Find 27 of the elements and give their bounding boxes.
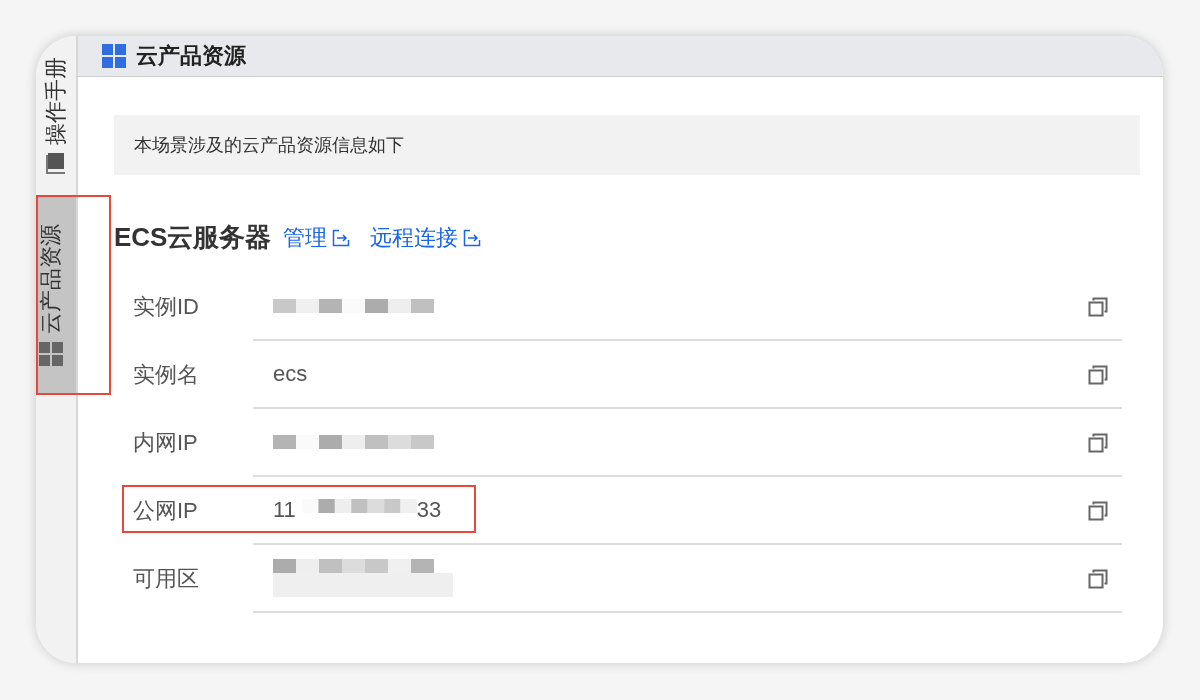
section-title: ECS云服务器 [114,221,272,254]
tab-label: 云产品资源 [37,224,64,334]
copy-icon[interactable] [1088,297,1108,317]
grid-icon [102,44,126,68]
field-label: 可用区 [132,565,200,593]
copy-icon[interactable] [1088,569,1108,589]
field-value: 33 [416,497,442,523]
book-icon [46,152,66,174]
copy-icon[interactable] [1088,433,1108,453]
panel-title: 云产品资源 [136,42,246,70]
copy-icon[interactable] [1088,365,1108,385]
field-value: ecs [273,361,308,387]
copy-icon[interactable] [1088,501,1108,521]
grid-icon [39,342,63,366]
field-value: 11 [273,497,296,523]
field-label: 公网IP [132,497,199,525]
external-link-icon [463,228,482,247]
external-link-icon [332,228,351,247]
info-banner: 本场景涉及的云产品资源信息如下 [114,115,1140,175]
field-label: 实例名 [132,361,200,389]
link[interactable]: 管理 [283,222,351,253]
sidebar-tab[interactable]: 操作手册 [36,40,76,190]
sidebar-tab[interactable]: 云产品资源 [36,195,111,395]
field-label: 内网IP [132,429,199,457]
tab-label: 操作手册 [42,57,69,145]
field-label: 实例ID [132,293,200,321]
link[interactable]: 远程连接 [370,222,482,253]
